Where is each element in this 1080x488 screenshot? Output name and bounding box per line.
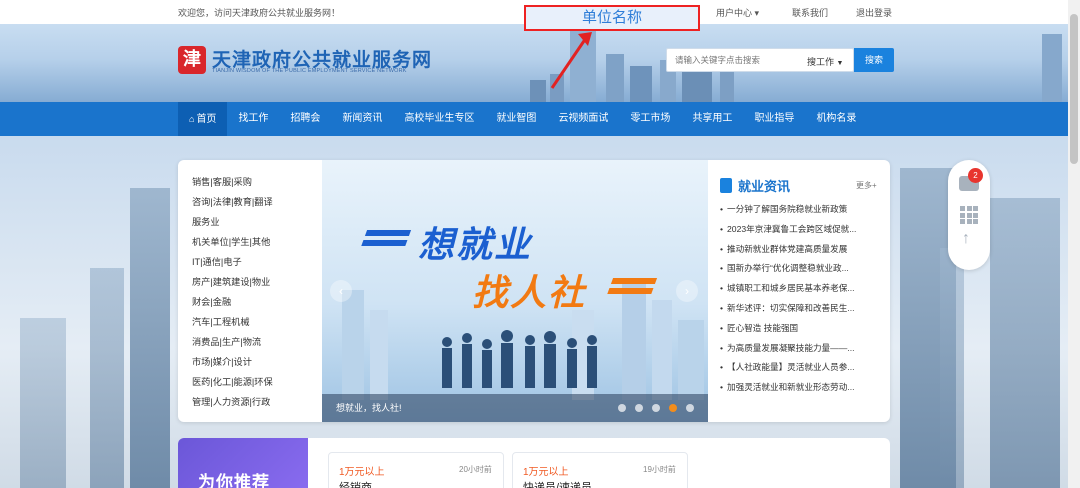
user-center-menu[interactable]: 用户中心 ▾ (716, 6, 759, 19)
nav-item-graduates[interactable]: 高校毕业生专区 (393, 102, 485, 136)
nav-item-institutions[interactable]: 机构名录 (805, 102, 867, 136)
site-logo-icon[interactable]: 津 (178, 46, 206, 74)
category-item[interactable]: 市场|媒介|设计 (178, 352, 322, 372)
carousel-dot-active[interactable] (669, 404, 677, 412)
job-card[interactable]: 1万元以上 19小时前 快递员/速递员 (512, 452, 688, 488)
news-item[interactable]: 【人社政能量】灵活就业人员参... (720, 358, 880, 378)
news-item[interactable]: 加强灵活就业和新就业形态劳动... (720, 378, 880, 398)
recommend-title: 为你推荐 (198, 473, 270, 488)
banner-slogan-line1: 想就业 (418, 224, 533, 265)
category-item[interactable]: 财会|金融 (178, 292, 322, 312)
news-panel-title: 就业资讯 (738, 179, 791, 194)
news-item[interactable]: 2023年京津冀鲁工会跨区域促就... (720, 220, 880, 240)
home-icon: ⌂ (189, 114, 195, 124)
news-item[interactable]: 城镇职工和城乡居民基本养老保... (720, 279, 880, 299)
nav-item-job-fair[interactable]: 招聘会 (279, 102, 331, 136)
business-people-image (442, 330, 597, 388)
job-time: 19小时前 (643, 465, 676, 474)
news-item[interactable]: 匠心智造 技能强国 (720, 319, 880, 339)
unit-name-label: 单位名称 (581, 9, 642, 26)
banner-carousel[interactable]: 想就业 找人社 ‹ › 想就业，找人社! (322, 160, 708, 422)
floating-toolbar: 2 ↑ (948, 160, 990, 270)
search-button[interactable]: 搜索 (854, 48, 894, 72)
news-item[interactable]: 为高质量发展凝聚技能力量——... (720, 339, 880, 359)
slogan-decoration (610, 278, 658, 284)
category-item[interactable]: 汽车|工程机械 (178, 312, 322, 332)
nav-item-home[interactable]: ⌂ 首页 (178, 102, 228, 136)
contact-link[interactable]: 联系我们 (792, 6, 828, 19)
category-item[interactable]: 管理|人力资源|行政 (178, 392, 322, 412)
caret-down-icon: ▼ (836, 60, 844, 67)
user-center-label: 用户中心 (716, 8, 753, 18)
apps-grid-icon[interactable] (960, 206, 978, 224)
nav-item-career-guidance[interactable]: 职业指导 (743, 102, 805, 136)
welcome-text: 欢迎您，访问天津政府公共就业服务网！ (178, 8, 341, 18)
category-item[interactable]: 机关单位|学生|其他 (178, 232, 322, 252)
category-item[interactable]: 消费品|生产|物流 (178, 332, 322, 352)
banner-slogan-line2: 找人社 (472, 272, 587, 313)
site-header: 津 天津政府公共就业服务网 TIANJIN WISDOM OF THE PUBL… (0, 24, 1080, 102)
category-item[interactable]: 销售|客服|采购 (178, 172, 322, 192)
unit-name-annotation: 单位名称 (524, 5, 700, 31)
news-item[interactable]: 新华述评：切实保障和改善民生... (720, 299, 880, 319)
nav-item-employment-map[interactable]: 就业智图 (485, 102, 547, 136)
category-item[interactable]: 医药|化工|能源|环保 (178, 372, 322, 392)
search-scope-select[interactable]: 搜工作 ▼ (807, 55, 843, 68)
nav-item-label: 首页 (196, 114, 217, 125)
recommend-tab[interactable]: 为你推荐 (178, 438, 308, 488)
carousel-prev-button[interactable]: ‹ (330, 280, 352, 302)
carousel-dot[interactable] (686, 404, 694, 412)
carousel-dot[interactable] (652, 404, 660, 412)
search-input[interactable] (667, 49, 797, 71)
nav-item-find-job[interactable]: 找工作 (227, 102, 279, 136)
search-scope-label: 搜工作 (807, 57, 835, 67)
document-icon (720, 178, 732, 193)
carousel-dot[interactable] (635, 404, 643, 412)
category-item[interactable]: 房产|建筑建设|物业 (178, 272, 322, 292)
main-nav: ⌂ 首页 找工作 招聘会 新闻资讯 高校毕业生专区 就业智图 云视频面试 零工市场… (0, 102, 1080, 136)
nav-item-gig-market[interactable]: 零工市场 (619, 102, 681, 136)
job-title: 快递员/速递员 (523, 482, 593, 488)
annotation-arrow-icon (550, 32, 592, 89)
chevron-down-icon: ▾ (754, 8, 760, 18)
job-card[interactable]: 1万元以上 20小时前 经销商 (328, 452, 504, 488)
news-item[interactable]: 推动新就业群体党建高质量发展 (720, 240, 880, 260)
news-item[interactable]: 国新办举行“优化调整稳就业政... (720, 259, 880, 279)
category-item[interactable]: IT|通信|电子 (178, 252, 322, 272)
job-time: 20小时前 (459, 465, 492, 474)
job-salary: 1万元以上 (523, 467, 569, 478)
back-to-top-icon[interactable]: ↑ (962, 230, 970, 248)
search-box: 搜工作 ▼ (666, 48, 854, 72)
carousel-dot[interactable] (618, 404, 626, 412)
nav-item-news[interactable]: 新闻资讯 (331, 102, 393, 136)
job-category-list: 销售|客服|采购 咨询|法律|教育|翻译 服务业 机关单位|学生|其他 IT|通… (178, 172, 322, 412)
main-card: 销售|客服|采购 咨询|法律|教育|翻译 服务业 机关单位|学生|其他 IT|通… (178, 160, 890, 422)
nav-item-video-interview[interactable]: 云视频面试 (547, 102, 619, 136)
banner-caption: 想就业，找人社! (336, 403, 402, 413)
logout-link[interactable]: 退出登录 (856, 6, 892, 19)
job-salary: 1万元以上 (339, 467, 385, 478)
category-item[interactable]: 服务业 (178, 212, 322, 232)
carousel-next-button[interactable]: › (676, 280, 698, 302)
carousel-dots (618, 404, 694, 412)
news-panel: 就业资讯 更多+ 一分钟了解国务院稳就业新政策 2023年京津冀鲁工会跨区域促就… (708, 160, 890, 422)
site-subtitle: TIANJIN WISDOM OF THE PUBLIC EMPLOYMENT … (212, 68, 407, 74)
slogan-decoration (364, 230, 412, 236)
news-item[interactable]: 一分钟了解国务院稳就业新政策 (720, 200, 880, 220)
job-title: 经销商 (339, 482, 372, 488)
scrollbar-thumb[interactable] (1070, 14, 1078, 164)
page-scrollbar[interactable] (1068, 0, 1080, 488)
recommend-section: 为你推荐 1万元以上 20小时前 经销商 1万元以上 19小时前 快递员/速递员 (178, 438, 890, 488)
nav-item-shared-labor[interactable]: 共享用工 (681, 102, 743, 136)
notification-badge: 2 (968, 168, 983, 183)
news-more-link[interactable]: 更多+ (856, 180, 877, 191)
category-item[interactable]: 咨询|法律|教育|翻译 (178, 192, 322, 212)
